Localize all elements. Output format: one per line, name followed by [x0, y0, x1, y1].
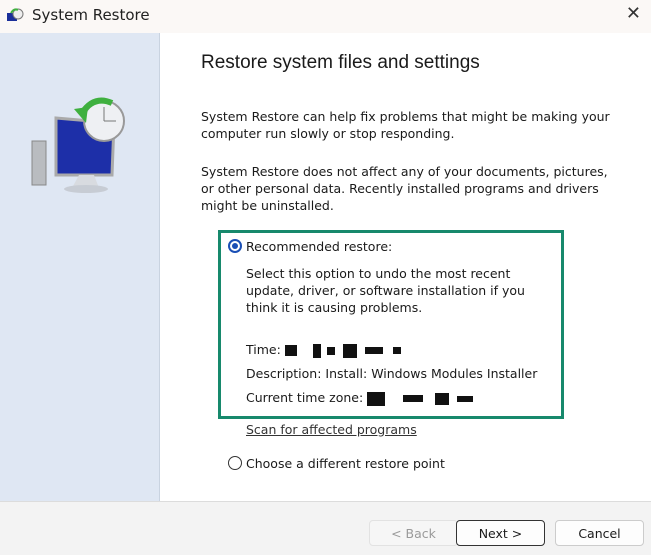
cancel-button[interactable]: Cancel	[555, 520, 644, 546]
system-restore-illustration-icon	[31, 97, 125, 193]
restore-time: Time:	[246, 342, 401, 358]
close-button[interactable]: ✕	[626, 3, 641, 24]
redacted-block	[312, 343, 321, 358]
button-bar	[0, 501, 651, 555]
restore-timezone: Current time zone:	[246, 390, 474, 406]
redacted-block	[284, 345, 297, 356]
recommended-restore-label[interactable]: Recommended restore:	[246, 239, 392, 254]
next-button[interactable]: Next >	[456, 520, 545, 546]
intro-text: System Restore can help fix problems tha…	[201, 109, 610, 141]
recommended-restore-radio[interactable]	[228, 239, 242, 253]
redacted-block	[326, 346, 335, 355]
redacted-block	[457, 395, 474, 402]
title-bar: System Restore ✕	[0, 0, 651, 33]
info-text: System Restore does not affect any of yo…	[201, 164, 608, 213]
redacted-block	[403, 395, 424, 402]
restore-description: Description: Install: Windows Modules In…	[246, 366, 538, 381]
page-title: Restore system files and settings	[201, 52, 480, 73]
different-restore-point-label[interactable]: Choose a different restore point	[246, 456, 445, 471]
back-button[interactable]: < Back	[369, 520, 458, 546]
left-panel	[0, 33, 160, 501]
window-title: System Restore	[32, 6, 150, 24]
scan-affected-programs-link[interactable]: Scan for affected programs	[246, 422, 417, 437]
redacted-block	[392, 347, 401, 354]
timezone-label: Current time zone:	[246, 390, 364, 405]
redacted-block	[364, 347, 383, 354]
redacted-block	[342, 343, 357, 358]
recommended-description: Select this option to undo the most rece…	[246, 266, 525, 315]
time-label: Time:	[246, 342, 281, 357]
different-restore-point-radio[interactable]	[228, 456, 242, 470]
redacted-block	[435, 392, 450, 405]
redacted-block	[367, 391, 386, 406]
system-restore-app-icon	[7, 8, 24, 21]
